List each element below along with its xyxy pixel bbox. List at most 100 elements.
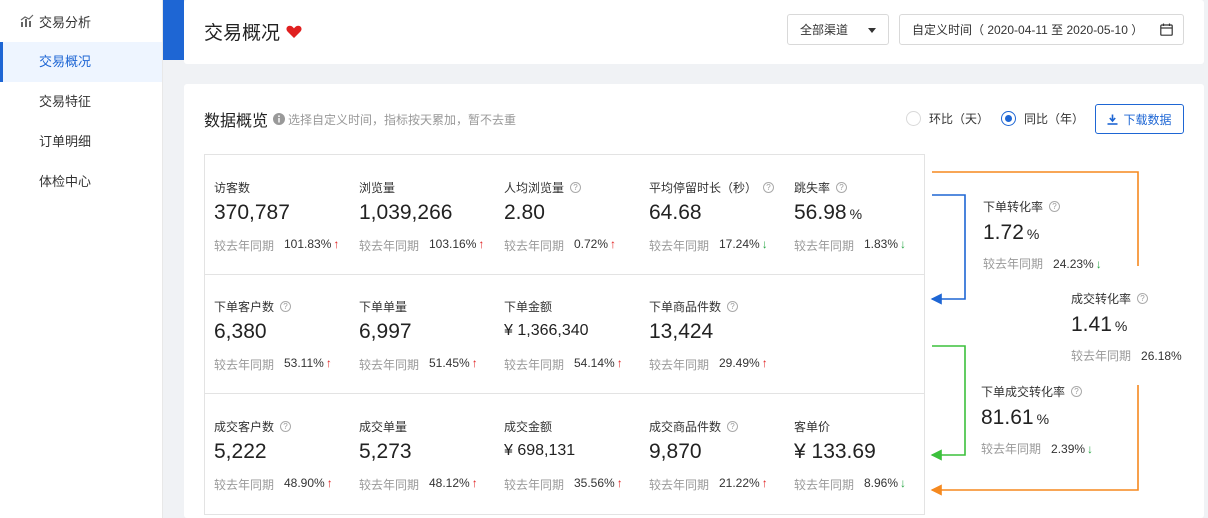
sidebar-item-features[interactable]: 交易特征 xyxy=(0,82,162,122)
metric-label: 客单价 xyxy=(794,418,830,435)
radio-label: 环比（天） xyxy=(929,112,990,126)
compare-label: 较去年同期 xyxy=(504,358,565,372)
metric-label-text: 人均浏览量 xyxy=(504,181,565,195)
arrow-down-icon: ↓ xyxy=(1095,257,1102,271)
help-icon[interactable]: ? xyxy=(727,301,739,312)
sidebar-header[interactable]: 交易分析 xyxy=(0,0,162,42)
metric-label: 成交商品件数? xyxy=(649,418,739,435)
compare-pct: 1.83% ↓ xyxy=(864,237,906,251)
arrow-up-icon: ↑ xyxy=(471,356,478,370)
help-icon[interactable]: ? xyxy=(280,301,292,312)
help-icon[interactable]: ? xyxy=(763,182,775,193)
help-icon[interactable]: ? xyxy=(280,421,292,432)
compare-pct: 26.18% xyxy=(1141,349,1182,363)
metric-value-text: 64.68 xyxy=(649,201,702,224)
metric-label-text: 下单转化率 xyxy=(983,200,1044,214)
metric-label-text: 下单金额 xyxy=(504,300,553,314)
arrow-up-icon: ↑ xyxy=(471,476,478,490)
heart-icon[interactable] xyxy=(286,25,302,39)
compare-pct: 2.39% xyxy=(1051,442,1086,456)
metric-label-text: 下单客户数 xyxy=(214,300,275,314)
metric-value-text: 2.80 xyxy=(504,201,545,224)
metrics-row: 成交客户数? 5,222 较去年同期 48.90% ↑ 成交单量 5,273 较去年同期 48.… xyxy=(205,394,924,514)
compare-pct-text: 8.96% xyxy=(864,476,899,490)
compare-label: 较去年同期 xyxy=(794,478,855,492)
metric-cell: 访客数 370,787 较去年同期 101.83% ↑ xyxy=(205,155,350,275)
sidebar-item-label: 交易特征 xyxy=(39,94,92,109)
metric-value: 1.41% xyxy=(1071,313,1182,337)
arrow-up-icon: ↑ xyxy=(333,237,340,251)
metric-label-text: 成交商品件数 xyxy=(649,420,722,434)
page-title: 交易概况 xyxy=(204,18,302,45)
arrow-up-icon: ↑ xyxy=(610,237,617,251)
metric-label: 下单金额 xyxy=(504,298,552,315)
metric-value: 1,039,266 xyxy=(359,201,452,225)
metric-label-text: 平均停留时长（秒） xyxy=(649,181,758,195)
header-card: 交易概况 全部渠道 自定义时间（ 2020-04-11 至 2020-05-10… xyxy=(184,0,1204,64)
metric-cell: 成交客户数? 5,222 较去年同期 48.90% ↑ xyxy=(205,394,350,514)
sidebar-item-label: 体检中心 xyxy=(39,174,92,189)
help-icon[interactable]: ? xyxy=(570,182,582,193)
sidebar-item-orders[interactable]: 订单明细 xyxy=(0,122,162,162)
radio-year-over-year[interactable]: 同比（年） xyxy=(1001,110,1084,127)
help-icon[interactable]: ? xyxy=(1137,293,1149,304)
compare-pct-text: 21.22% xyxy=(719,476,760,490)
channel-select[interactable]: 全部渠道 xyxy=(787,14,889,45)
deal-conversion-rate: 成交转化率? 1.41% 较去年同期 26.18% xyxy=(1071,290,1182,364)
compare-label: 较去年同期 xyxy=(1071,349,1132,363)
arrow-up-icon: ↑ xyxy=(478,237,485,251)
sidebar-item-checkup[interactable]: 体检中心 xyxy=(0,162,162,202)
compare-pct: 0.72% ↑ xyxy=(574,237,616,251)
metric-label: 人均浏览量? xyxy=(504,179,582,196)
arrow-up-icon: ↑ xyxy=(616,356,623,370)
radio-day-over-day[interactable]: 环比（天） xyxy=(906,110,989,127)
arrow-down-icon: ↓ xyxy=(900,476,907,490)
metric-label: 访客数 xyxy=(214,179,250,196)
download-data-button[interactable]: 下载数据 xyxy=(1095,104,1184,134)
radio-circle xyxy=(906,111,921,126)
metric-value-text: 1,039,266 xyxy=(359,201,453,224)
calendar-icon xyxy=(1160,23,1173,36)
compare-label: 较去年同期 xyxy=(504,478,565,492)
overview-hint: 选择自定义时间，指标按天累加，暂不去重 xyxy=(288,112,517,127)
metric-value-text: 56.98 xyxy=(794,201,847,224)
date-range-picker[interactable]: 自定义时间（ 2020-04-11 至 2020-05-10 ） xyxy=(899,14,1184,45)
compare-label: 较去年同期 xyxy=(649,239,710,253)
metric-label: 下单成交转化率? xyxy=(981,383,1093,400)
metric-cell: 平均停留时长（秒）? 64.68 较去年同期 17.24% ↓ xyxy=(640,155,785,275)
help-icon[interactable]: ? xyxy=(1071,386,1083,397)
metric-label-text: 客单价 xyxy=(794,420,831,434)
compare-mode-radios: 环比（天） 同比（年） xyxy=(906,110,1096,127)
help-icon[interactable]: ? xyxy=(1049,201,1061,212)
metric-value-text: 13,424 xyxy=(649,320,714,343)
overview-title-text: 数据概览 xyxy=(204,113,269,130)
compare-label: 较去年同期 xyxy=(983,257,1044,271)
metric-label-text: 下单商品件数 xyxy=(649,300,722,314)
compare-pct-text: 103.16% xyxy=(429,237,477,251)
metric-label: 下单商品件数? xyxy=(649,298,739,315)
radio-circle-selected xyxy=(1001,111,1017,126)
metric-cell: 成交单量 5,273 较去年同期 48.12% ↑ xyxy=(350,394,495,514)
compare-label: 较去年同期 xyxy=(214,239,275,253)
overview-title: 数据概览 选择自定义时间，指标按天累加，暂不去重 xyxy=(204,107,516,131)
date-range-value: 自定义时间（ 2020-04-11 至 2020-05-10 ） xyxy=(912,23,1144,37)
metric-value: 56.98% xyxy=(794,201,862,225)
metric-cell: 人均浏览量? 2.80 较去年同期 0.72% ↑ xyxy=(495,155,640,275)
metric-value-text: 6,380 xyxy=(214,320,267,343)
metric-label-text: 成交金额 xyxy=(504,420,553,434)
compare-pct-text: 51.45% xyxy=(429,356,470,370)
metric-label: 下单单量 xyxy=(359,298,407,315)
metric-value: ¥ 1,366,340 xyxy=(504,322,589,340)
compare-pct-text: 101.83% xyxy=(284,237,332,251)
sidebar-item-overview[interactable]: 交易概况 xyxy=(0,42,162,82)
compare-pct-text: 54.14% xyxy=(574,356,615,370)
overview-card: 数据概览 选择自定义时间，指标按天累加，暂不去重 环比（天） 同比（年） 下载数… xyxy=(184,84,1204,518)
compare-row: 较去年同期 2.39% ↓ xyxy=(981,440,1093,457)
metric-value-text: 9,870 xyxy=(649,440,702,463)
metric-cell: 客单价 ¥ 133.69 较去年同期 8.96% ↓ xyxy=(785,394,930,514)
help-icon[interactable]: ? xyxy=(836,182,848,193)
compare-pct: 53.11% ↑ xyxy=(284,356,332,370)
metric-label-text: 访客数 xyxy=(214,181,251,195)
help-icon[interactable]: ? xyxy=(727,421,739,432)
compare-pct: 54.14% ↑ xyxy=(574,356,623,370)
